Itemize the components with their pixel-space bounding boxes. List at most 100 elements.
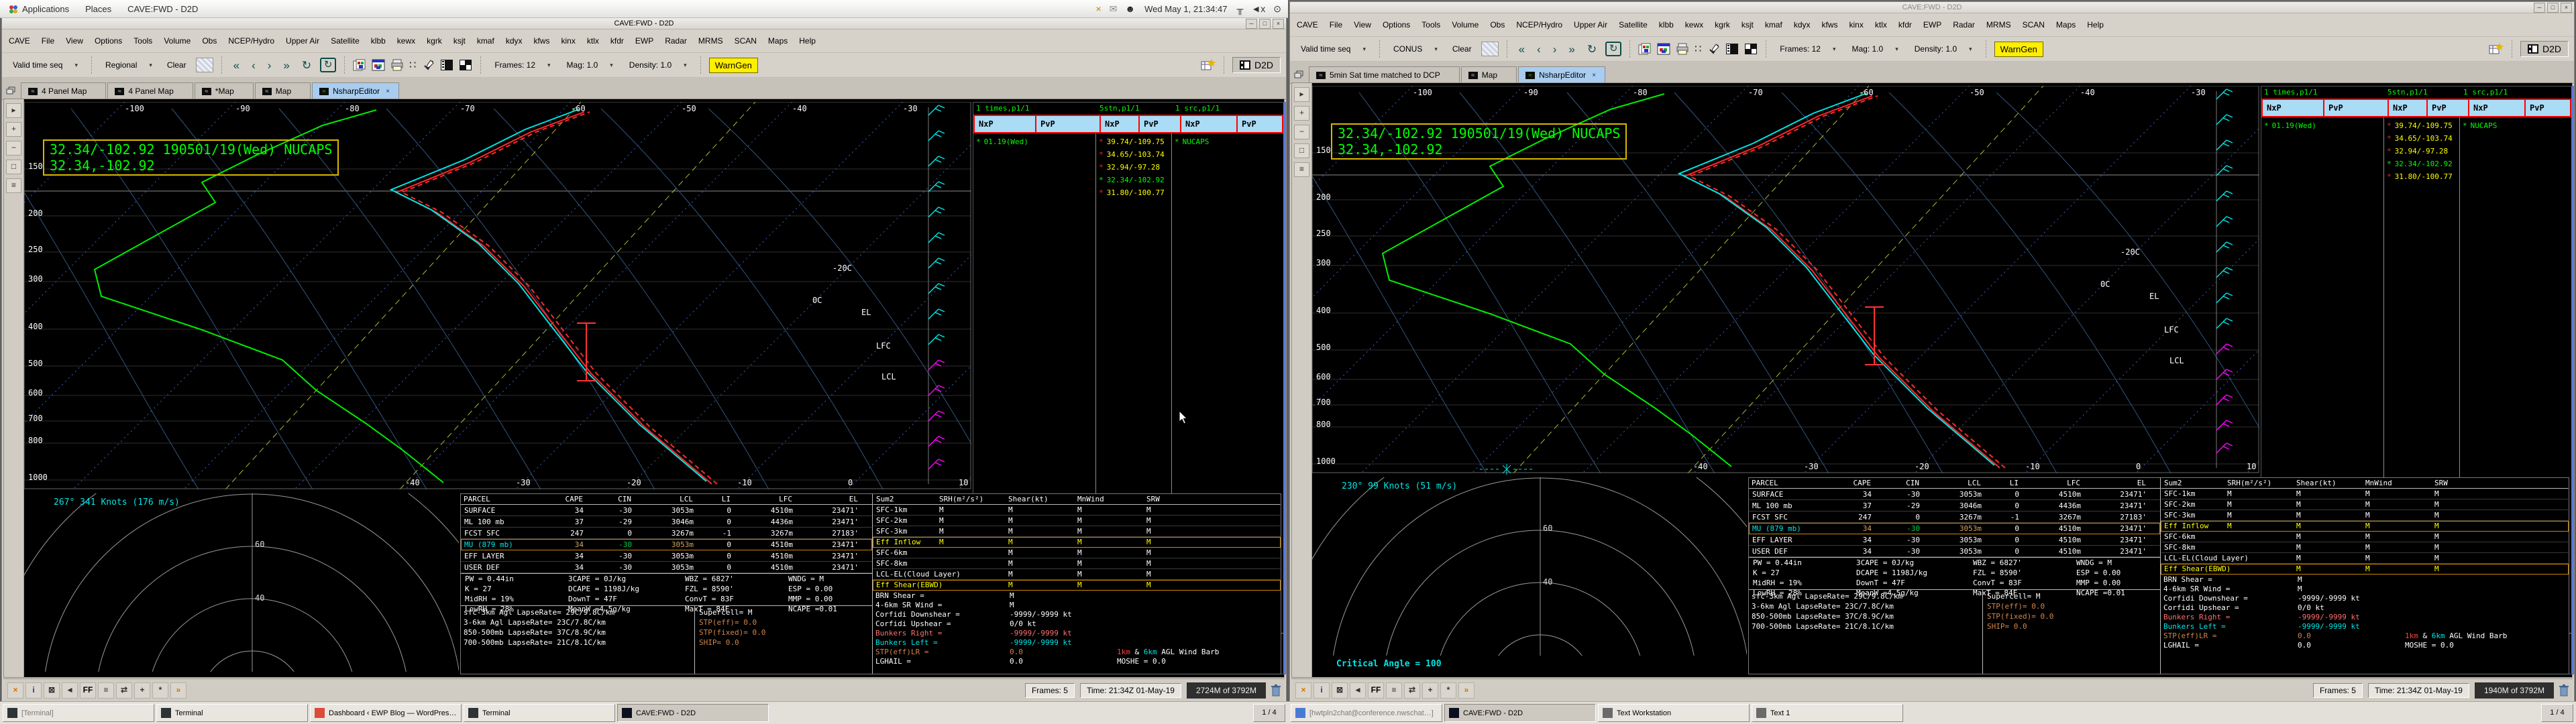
menu-item[interactable]: kfws — [1822, 20, 1838, 29]
menu-item[interactable]: ktlx — [587, 36, 599, 46]
next-frame-button[interactable]: › — [264, 60, 275, 71]
menu-item[interactable]: kdyx — [506, 36, 523, 46]
info-icon[interactable]: i — [1313, 682, 1330, 699]
x-close-icon[interactable]: × — [7, 682, 23, 699]
menu-item[interactable]: MRMS — [1986, 20, 2011, 29]
edit-check-icon[interactable] — [423, 59, 435, 71]
menu-item[interactable]: CAVE — [9, 36, 30, 46]
power-icon[interactable]: ⊙ — [1273, 4, 1281, 13]
trash-icon[interactable] — [1271, 684, 1281, 697]
parcel-row[interactable]: USER DEF34-303053m04510m23471' — [1749, 546, 2160, 557]
shear-row[interactable]: SFC-3km MMMM — [873, 526, 1281, 537]
first-frame-button[interactable]: « — [1515, 44, 1528, 55]
maximize-button[interactable]: □ — [2547, 3, 2559, 13]
time-options-icon[interactable]: ↻ — [320, 58, 336, 72]
menu-item[interactable]: SCAN — [2023, 20, 2045, 29]
scale-combo[interactable]: Regional▾ — [100, 58, 158, 72]
density-combo[interactable]: Density: 1.0▾ — [624, 58, 692, 72]
menu-item[interactable]: kmaf — [1765, 20, 1782, 29]
last-frame-button[interactable]: » — [280, 60, 292, 71]
shear-row[interactable]: SFC-2km MMMM — [2161, 499, 2569, 510]
sort-mode-cell[interactable]: NxP — [2263, 100, 2323, 116]
station-list-item[interactable]: *32.94/-97.28 — [1099, 163, 1169, 172]
menu-item[interactable]: Maps — [2056, 20, 2076, 29]
d2d-perspective-button[interactable]: D2D — [2520, 41, 2569, 57]
xchat-icon[interactable]: × — [1095, 4, 1101, 13]
first-frame-button[interactable]: « — [230, 60, 243, 71]
clock[interactable]: Wed May 1, 21:34:47 — [1144, 4, 1227, 14]
accessibility-icon[interactable]: ☻ — [1125, 4, 1135, 13]
last-frame-button[interactable]: » — [1565, 44, 1578, 55]
taskbar-item[interactable]: Text 1 — [1752, 704, 1903, 722]
time-seq-combo[interactable]: Valid time seq▾ — [7, 58, 83, 72]
sort-mode-cell[interactable]: NxP — [1101, 116, 1138, 132]
station-list-item[interactable]: *32.94/-97.28 — [2387, 147, 2457, 156]
sort-mode-cell[interactable]: PvP — [1238, 116, 1282, 132]
menu-item[interactable]: Options — [95, 36, 122, 46]
panel-layout-split-icon[interactable] — [1744, 43, 1758, 55]
station-list-item[interactable]: *31.80/-100.77 — [2387, 172, 2457, 181]
new-view-icon[interactable] — [2489, 42, 2504, 56]
asterisk-icon[interactable]: * — [1440, 682, 1456, 699]
prev-frame-button[interactable]: ‹ — [1534, 44, 1544, 55]
sort-mode-cell[interactable]: PvP — [2324, 100, 2387, 116]
menu-item[interactable]: Maps — [768, 36, 788, 46]
menu-item[interactable]: View — [66, 36, 83, 46]
menu-item[interactable]: ksjt — [453, 36, 466, 46]
shear-row[interactable]: Eff Inflow MMMM — [2161, 521, 2569, 532]
d2d-perspective-button[interactable]: D2D — [1232, 57, 1281, 73]
pattern-swatch-button[interactable] — [1481, 42, 1499, 56]
menu-item[interactable]: kinx — [1849, 20, 1864, 29]
menu-item[interactable]: kinx — [561, 36, 576, 46]
shear-row[interactable]: SFC-1km MMMM — [2161, 489, 2569, 499]
editor-tab[interactable]: ≈ Map — [1461, 66, 1517, 83]
network-icon[interactable]: ╥ — [1236, 4, 1243, 13]
image-properties-icon[interactable] — [1657, 43, 1670, 55]
taskbar-item[interactable]: [Terminal] — [3, 704, 154, 722]
sort-mode-cell[interactable]: NxP — [1181, 116, 1236, 132]
loop-button[interactable]: ↻ — [299, 60, 315, 71]
station-list-item[interactable]: *34.65/-103.74 — [1099, 150, 1169, 159]
menu-item[interactable]: klbb — [371, 36, 386, 46]
close-tab-icon[interactable]: × — [384, 88, 392, 95]
new-view-icon[interactable] — [1201, 58, 1216, 72]
frame-tool-icon[interactable]: □ — [6, 160, 21, 174]
mail-icon[interactable]: ⊠ — [1332, 682, 1348, 699]
time-list-item[interactable]: *01.19(Wed) — [976, 137, 1093, 146]
station-list-item[interactable]: *32.34/-102.92 — [1099, 176, 1169, 184]
taskbar-item[interactable]: [hwtpln2chat@conference.nwschat…] — [1291, 704, 1442, 722]
shear-row[interactable]: Eff Inflow MMMM — [873, 537, 1281, 548]
pattern-swatch-button[interactable] — [196, 58, 213, 72]
station-list-item[interactable]: *39.74/-109.75 — [2387, 121, 2457, 130]
parcel-row[interactable]: ML 100 mb37-293046m04436m23471' — [461, 516, 872, 528]
station-list-item[interactable]: *31.80/-100.77 — [1099, 188, 1169, 197]
mail-icon[interactable]: ⊠ — [44, 682, 60, 699]
chat-notify-icon[interactable]: ✉ — [1110, 4, 1118, 13]
wings-icon[interactable]: » — [170, 682, 186, 699]
shear-row[interactable]: SFC-3km MMMM — [2161, 510, 2569, 521]
taskbar-item[interactable]: Terminal — [156, 704, 308, 722]
swap-icon[interactable]: ⇄ — [116, 682, 132, 699]
title-bar[interactable]: CAVE:FWD - D2D ─ □ × — [1290, 2, 2574, 13]
parcel-row[interactable]: EFF LAYER34-303053m04510m23471' — [461, 550, 872, 562]
shear-row[interactable]: Eff Shear(EBWD) MMM — [2161, 564, 2569, 575]
parcel-row[interactable]: MU (879 mb)34-303053m04510m23471' — [1749, 523, 2160, 534]
menu-item[interactable]: Tools — [133, 36, 152, 46]
editor-tab[interactable]: ≈ 5min Sat time matched to DCP — [1309, 66, 1460, 83]
speaker-icon[interactable]: ◄ — [62, 682, 78, 699]
menu-item[interactable]: Volume — [164, 36, 191, 46]
taskbar-item[interactable]: CAVE:FWD - D2D — [617, 704, 769, 722]
shear-row[interactable]: SFC-2km MMMM — [873, 516, 1281, 526]
close-tab-icon[interactable]: × — [1590, 72, 1598, 79]
edit-check-icon[interactable] — [1708, 43, 1720, 55]
scale-combo[interactable]: CONUS▾ — [1388, 42, 1443, 56]
menu-item[interactable]: kfdr — [1898, 20, 1912, 29]
parcel-row[interactable]: FCST SFC24703267m-13267m27183' — [461, 528, 872, 539]
menu-item[interactable]: Satellite — [1619, 20, 1648, 29]
close-button[interactable]: × — [1273, 19, 1284, 29]
menu-item[interactable]: kewx — [1685, 20, 1703, 29]
sort-mode-cell[interactable]: NxP — [975, 116, 1035, 132]
active-app-menu[interactable]: CAVE:FWD - D2D — [119, 0, 206, 17]
warngen-button[interactable]: WarnGen — [709, 58, 758, 73]
menu-item[interactable]: Satellite — [331, 36, 360, 46]
